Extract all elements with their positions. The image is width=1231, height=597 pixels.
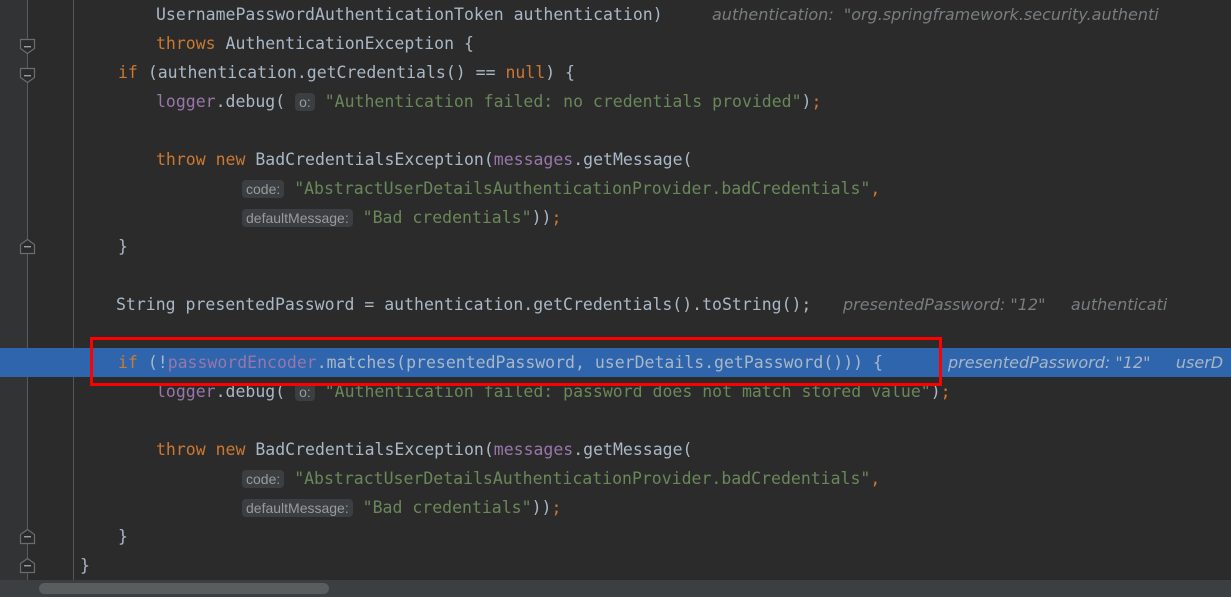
code-token-def: String presentedPassword = authenticatio… (116, 295, 812, 314)
code-token-def: BadCredentialsException( (255, 440, 494, 459)
code-line-text: if (authentication.getCredentials() == n… (118, 58, 575, 87)
code-token-field: messages (493, 440, 574, 459)
code-token-def (315, 92, 325, 111)
code-token-def: } (118, 527, 128, 546)
code-token-def: .debug( (215, 382, 296, 401)
code-token-def (315, 382, 325, 401)
code-token-def: } (80, 556, 90, 575)
parameter-name-hint: code: (242, 470, 285, 488)
code-line-text: throw new BadCredentialsException(messag… (156, 435, 692, 464)
parameter-name-hint: o: (295, 383, 315, 401)
horizontal-scrollbar-track[interactable] (27, 580, 1231, 597)
code-token-def: ) { (545, 63, 575, 82)
code-line-text: } (118, 232, 128, 261)
code-token-field: logger (156, 92, 216, 111)
parameter-name-hint: defaultMessage: (242, 209, 353, 227)
horizontal-scrollbar-thumb[interactable] (39, 583, 329, 594)
code-token-str: "Authentication failed: no credentials p… (324, 92, 802, 111)
code-token-def: (authentication.getCredentials() == (147, 63, 506, 82)
code-line[interactable]: String presentedPassword = authenticatio… (0, 290, 1231, 319)
code-token-def: .getMessage( (573, 440, 693, 459)
code-token-def (284, 469, 294, 488)
code-line-text: logger.debug( o: "Authentication failed:… (156, 377, 951, 407)
code-token-def: (! (147, 353, 168, 372)
code-line-text: } (118, 522, 128, 551)
code-line[interactable] (0, 319, 1231, 348)
code-line[interactable]: throw new BadCredentialsException(messag… (0, 435, 1231, 464)
code-token-def: BadCredentialsException( (255, 150, 494, 169)
code-token-semi: ; (940, 382, 951, 401)
code-line[interactable]: logger.debug( o: "Authentication failed:… (0, 377, 1231, 406)
code-line[interactable]: throws AuthenticationException { (0, 29, 1231, 58)
code-token-def (353, 208, 363, 227)
code-token-str: "AbstractUserDetailsAuthenticationProvid… (294, 469, 871, 488)
code-token-semi: , (870, 179, 881, 198)
code-line-text: code: "AbstractUserDetailsAuthentication… (242, 174, 880, 204)
code-token-semi: ; (551, 498, 562, 517)
code-line[interactable] (0, 116, 1231, 145)
code-token-def: ) (801, 92, 812, 111)
code-token-str: "Authentication failed: password does no… (324, 382, 931, 401)
code-token-str: "AbstractUserDetailsAuthenticationProvid… (294, 179, 871, 198)
code-token-field: logger (156, 382, 216, 401)
scrollbar-corner (0, 580, 27, 597)
code-line[interactable]: defaultMessage: "Bad credentials")); (0, 203, 1231, 232)
code-line-text: String presentedPassword = authenticatio… (116, 290, 811, 319)
code-token-semi: , (870, 469, 881, 488)
code-token-kw: throw new (156, 150, 256, 169)
code-line[interactable] (0, 261, 1231, 290)
code-line-text: throw new BadCredentialsException(messag… (156, 145, 692, 174)
code-editor[interactable]: UsernamePasswordAuthenticationToken auth… (0, 0, 1231, 597)
code-token-kw: if (118, 353, 148, 372)
code-token-def: AuthenticationException { (225, 34, 474, 53)
debugger-inline-value: presentedPassword: "12" authenticati (843, 295, 1168, 314)
code-token-def (284, 179, 294, 198)
debugger-inline-value: presentedPassword: "12" userD (948, 353, 1224, 372)
code-line[interactable]: throw new BadCredentialsException(messag… (0, 145, 1231, 174)
code-line[interactable]: } (0, 522, 1231, 551)
code-token-kw: if (118, 63, 148, 82)
code-line[interactable]: logger.debug( o: "Authentication failed:… (0, 87, 1231, 116)
code-line-text: throws AuthenticationException { (156, 29, 474, 58)
code-token-def: .debug( (215, 92, 296, 111)
code-token-semi: ; (811, 92, 822, 111)
code-token-def: ) (930, 382, 941, 401)
code-line-selected[interactable]: if (!passwordEncoder.matches(presentedPa… (0, 348, 1231, 377)
code-token-def (353, 498, 363, 517)
code-token-def: .getMessage( (573, 150, 693, 169)
code-line-text: defaultMessage: "Bad credentials")); (242, 203, 561, 233)
code-line[interactable]: if (authentication.getCredentials() == n… (0, 58, 1231, 87)
code-token-kw: throw new (156, 440, 256, 459)
code-token-def: )) (531, 498, 552, 517)
code-token-def: )) (531, 208, 552, 227)
code-token-field: messages (493, 150, 574, 169)
code-line-text: if (!passwordEncoder.matches(presentedPa… (118, 348, 883, 377)
code-token-str: "Bad credentials" (362, 498, 532, 517)
parameter-name-hint: o: (295, 93, 315, 111)
debugger-inline-value: authentication: "org.springframework.sec… (712, 5, 1159, 24)
parameter-name-hint: defaultMessage: (242, 499, 353, 517)
parameter-name-hint: code: (242, 180, 285, 198)
code-lines-container[interactable]: UsernamePasswordAuthenticationToken auth… (0, 0, 1231, 580)
code-line-text: defaultMessage: "Bad credentials")); (242, 493, 561, 523)
code-line[interactable]: UsernamePasswordAuthenticationToken auth… (0, 0, 1231, 29)
code-token-kw: throws (156, 34, 226, 53)
code-token-field: passwordEncoder (167, 353, 317, 372)
code-line[interactable]: code: "AbstractUserDetailsAuthentication… (0, 464, 1231, 493)
code-token-str: "Bad credentials" (362, 208, 532, 227)
code-line[interactable]: } (0, 232, 1231, 261)
code-line[interactable] (0, 406, 1231, 435)
code-line-text: UsernamePasswordAuthenticationToken auth… (156, 0, 663, 29)
code-token-def: } (118, 237, 128, 256)
code-token-kw: null (505, 63, 546, 82)
code-line[interactable]: defaultMessage: "Bad credentials")); (0, 493, 1231, 522)
code-line-text: logger.debug( o: "Authentication failed:… (156, 87, 821, 117)
code-line-text: } (80, 551, 90, 580)
code-token-def: .matches(presentedPassword, userDetails.… (316, 353, 883, 372)
code-line[interactable]: code: "AbstractUserDetailsAuthentication… (0, 174, 1231, 203)
code-token-def: UsernamePasswordAuthenticationToken auth… (156, 5, 663, 24)
code-line[interactable]: } (0, 551, 1231, 580)
code-token-semi: ; (551, 208, 562, 227)
code-line-text: code: "AbstractUserDetailsAuthentication… (242, 464, 880, 494)
